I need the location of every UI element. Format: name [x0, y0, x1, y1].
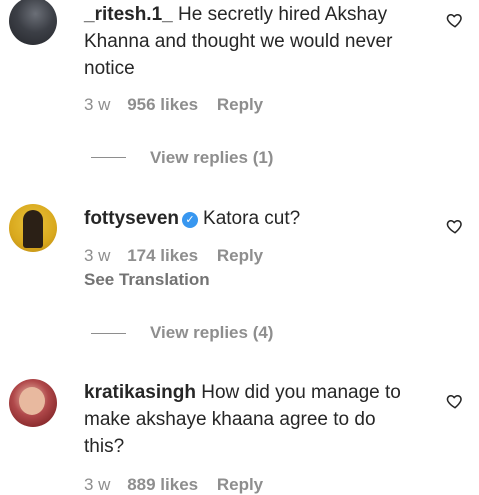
comment-username[interactable]: fottyseven — [84, 208, 179, 229]
likes-count[interactable]: 889 likes — [127, 475, 198, 494]
replies-divider — [91, 333, 126, 334]
comment-meta: 3 w 174 likes Reply — [84, 246, 263, 266]
comment-age: 3 w — [84, 475, 111, 494]
comment-text-block: fottyseven ✓ Katora cut? — [84, 205, 414, 232]
comment-text-block: _ritesh.1_ He secretly hired Akshay Khan… — [84, 1, 414, 82]
comment-age: 3 w — [84, 95, 111, 114]
comment-text: Katora cut? — [203, 208, 301, 229]
heart-icon[interactable] — [446, 217, 464, 235]
comment-username[interactable]: kratikasingh — [84, 382, 196, 403]
avatar[interactable] — [9, 379, 57, 427]
comment-age: 3 w — [84, 246, 111, 265]
comment-username[interactable]: _ritesh.1_ — [84, 4, 173, 25]
comment-meta: 3 w 956 likes Reply — [84, 95, 263, 115]
view-replies-button[interactable]: View replies (4) — [150, 323, 273, 343]
comment-text-block: kratikasingh How did you manage to make … — [84, 379, 414, 460]
reply-button[interactable]: Reply — [217, 246, 263, 265]
heart-icon[interactable] — [446, 11, 464, 29]
see-translation-button[interactable]: See Translation — [84, 270, 210, 290]
likes-count[interactable]: 174 likes — [127, 246, 198, 265]
avatar[interactable] — [9, 0, 57, 45]
likes-count[interactable]: 956 likes — [127, 95, 198, 114]
avatar[interactable] — [9, 204, 57, 252]
replies-divider — [91, 157, 126, 158]
reply-button[interactable]: Reply — [217, 95, 263, 114]
view-replies-button[interactable]: View replies (1) — [150, 148, 273, 168]
comment-meta: 3 w 889 likes Reply — [84, 475, 263, 495]
heart-icon[interactable] — [446, 392, 464, 410]
verified-badge-icon: ✓ — [182, 212, 199, 228]
reply-button[interactable]: Reply — [217, 475, 263, 494]
